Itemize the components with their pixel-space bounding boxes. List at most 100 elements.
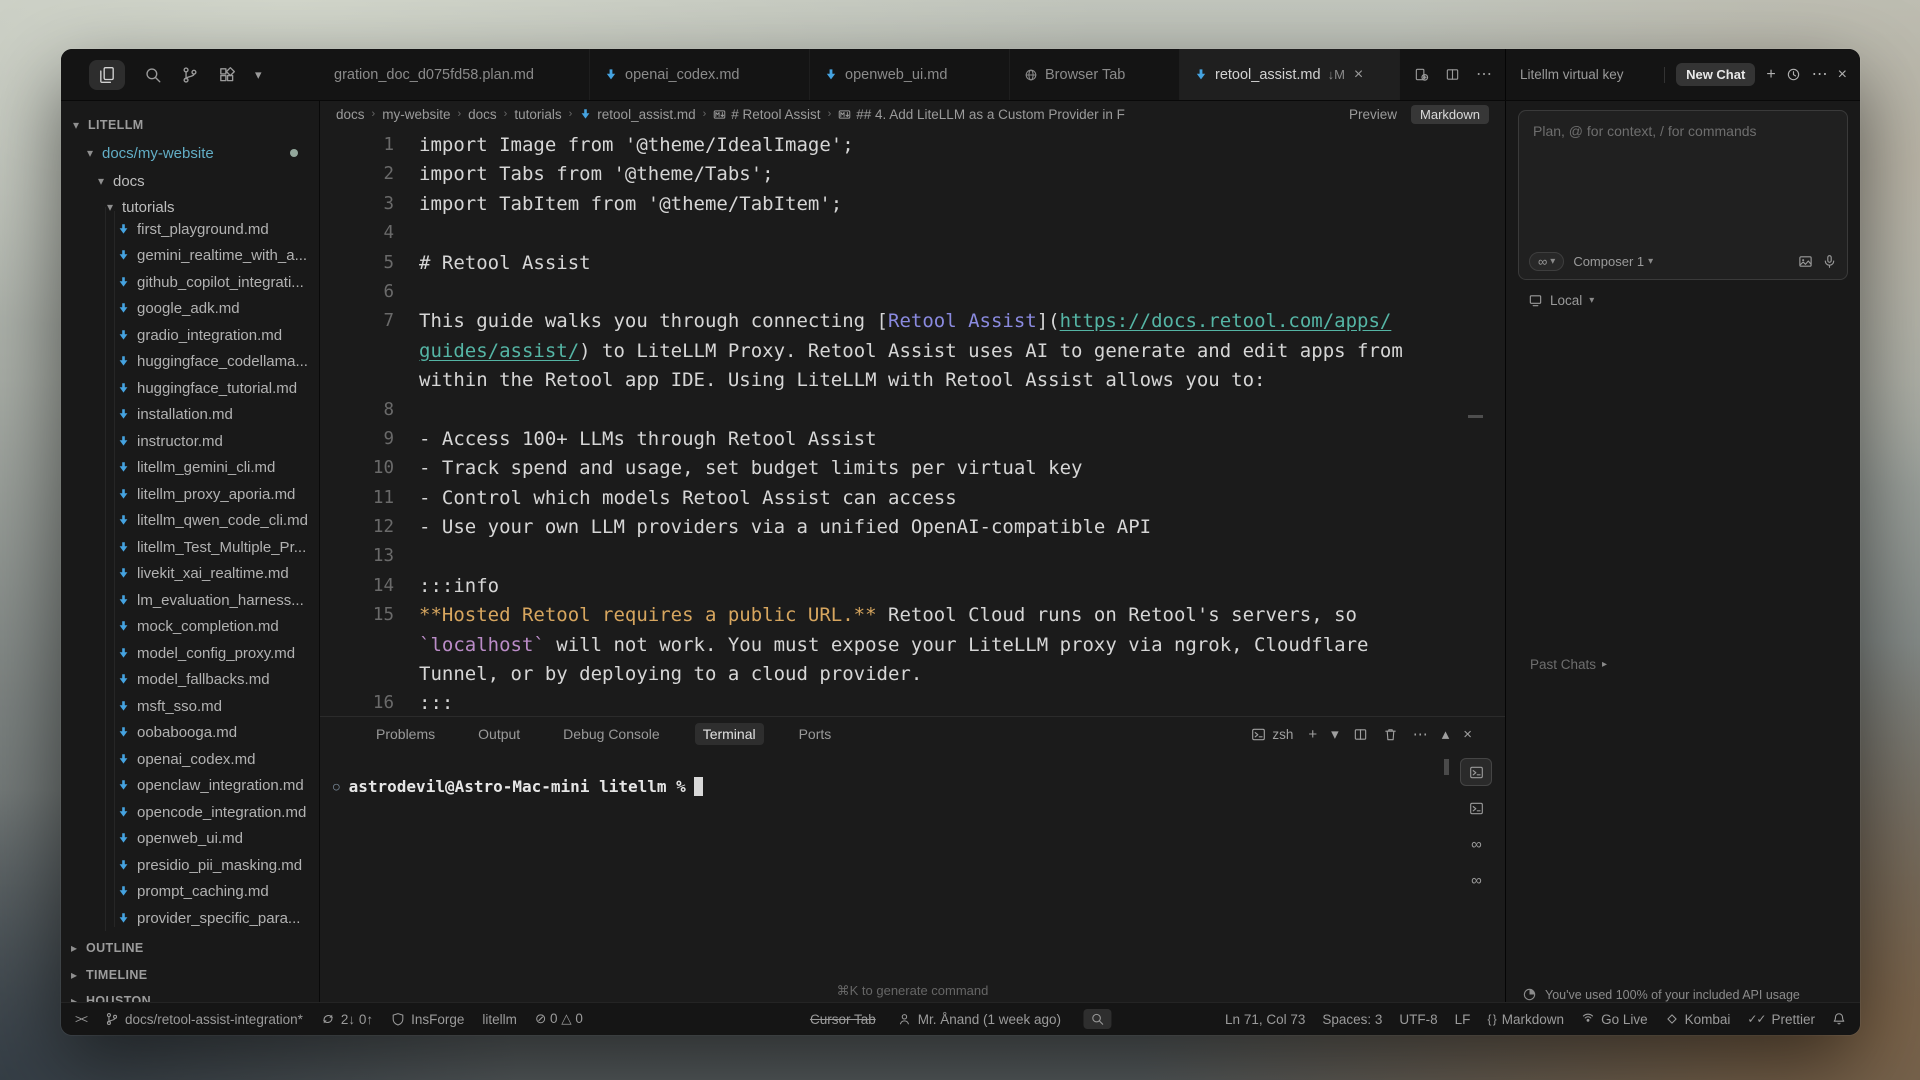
breadcrumb-item-4-add-litellm-as-a-custom-provider-in-f[interactable]: ## 4. Add LiteLLM as a Custom Provider i… <box>838 107 1125 122</box>
git-sync-status[interactable]: 2↓ 0↑ <box>321 1012 373 1027</box>
editor-content[interactable]: 1import Image from '@theme/IdealImage';2… <box>320 127 1505 720</box>
context-selector[interactable]: Local ▾ <box>1528 293 1594 308</box>
kill-terminal[interactable] <box>1383 727 1398 742</box>
terminal-tab-debug-console[interactable]: Debug Console <box>555 723 668 745</box>
encoding-status[interactable]: UTF-8 <box>1399 1012 1437 1027</box>
problems-status[interactable]: ⊘ 0 △ 0 <box>535 1011 583 1027</box>
file-item-msft-sso-md[interactable]: msft_sso.md <box>61 693 319 720</box>
tree-item-houston[interactable]: ▸HOUSTON <box>61 988 319 1003</box>
terminal-tab-terminal[interactable]: Terminal <box>695 723 764 745</box>
breadcrumb-item-my-website[interactable]: my-website <box>382 107 450 122</box>
breadcrumb-item-tutorials[interactable]: tutorials <box>514 107 561 122</box>
new-chat-button[interactable]: New Chat <box>1676 63 1755 86</box>
composer-selector[interactable]: Composer 1 ▾ <box>1573 254 1653 269</box>
terminal-session-1[interactable] <box>1461 759 1491 785</box>
tab-openai-codex-md[interactable]: openai_codex.md <box>590 49 810 100</box>
git-blame-status[interactable]: Mr. Ånand (1 week ago) <box>898 1012 1061 1027</box>
file-item-openai-codex-md[interactable]: openai_codex.md <box>61 746 319 773</box>
terminal-tab-output[interactable]: Output <box>470 723 528 745</box>
file-item-instructor-md[interactable]: instructor.md <box>61 428 319 455</box>
insforge-status[interactable]: InsForge <box>391 1012 464 1027</box>
prettier-status[interactable]: ✓✓Prettier <box>1747 1012 1815 1027</box>
file-item-huggingface-codellama[interactable]: huggingface_codellama... <box>61 349 319 376</box>
file-item-model-fallbacks-md[interactable]: model_fallbacks.md <box>61 667 319 694</box>
file-item-litellm-proxy-aporia-md[interactable]: litellm_proxy_aporia.md <box>61 481 319 508</box>
tree-item-outline[interactable]: ▸OUTLINE <box>61 935 319 962</box>
terminal-tab-problems[interactable]: Problems <box>368 723 443 745</box>
file-item-first-playground-md[interactable]: first_playground.md <box>61 216 319 243</box>
cursor-tab-status[interactable]: Cursor Tab <box>810 1012 876 1027</box>
file-item-google-adk-md[interactable]: google_adk.md <box>61 296 319 323</box>
shell-indicator[interactable]: zsh <box>1251 727 1293 742</box>
microphone-icon[interactable] <box>1822 254 1837 269</box>
indentation-status[interactable]: Spaces: 3 <box>1322 1012 1382 1027</box>
file-item-huggingface-tutorial-md[interactable]: huggingface_tutorial.md <box>61 375 319 402</box>
breadcrumb-item-retool-assist[interactable]: # Retool Assist <box>713 107 820 122</box>
tree-item-docs-my-website[interactable]: ▾docs/my-website <box>61 140 319 167</box>
tree-item-litellm[interactable]: ▾LITELLM <box>61 112 319 139</box>
past-chats[interactable]: Past Chats ▸ <box>1530 657 1607 672</box>
litellm-status[interactable]: litellm <box>482 1012 517 1027</box>
file-item-litellm-qwen-code-cli-md[interactable]: litellm_qwen_code_cli.md <box>61 508 319 535</box>
file-item-presidio-pii-masking-md[interactable]: presidio_pii_masking.md <box>61 852 319 879</box>
search-icon[interactable] <box>144 66 162 84</box>
terminal-session-4[interactable]: ∞ <box>1461 867 1491 893</box>
file-item-openweb-ui-md[interactable]: openweb_ui.md <box>61 826 319 853</box>
file-item-livekit-xai-realtime-md[interactable]: livekit_xai_realtime.md <box>61 561 319 588</box>
file-item-model-config-proxy-md[interactable]: model_config_proxy.md <box>61 640 319 667</box>
file-item-mock-completion-md[interactable]: mock_completion.md <box>61 614 319 641</box>
chat-context-label[interactable]: Litellm virtual key <box>1520 67 1653 82</box>
chat-history-icon[interactable] <box>1786 67 1801 82</box>
new-chat-tab-icon[interactable]: + <box>1766 67 1774 83</box>
file-item-opencode-integration-md[interactable]: opencode_integration.md <box>61 799 319 826</box>
terminal-more[interactable]: ⋯ <box>1413 727 1427 742</box>
tab-gration-doc-d075fd58-plan-md[interactable]: gration_doc_d075fd58.plan.md <box>320 49 590 100</box>
tab-browser-tab[interactable]: Browser Tab <box>1010 49 1180 100</box>
terminal-scrollbar[interactable] <box>1444 759 1449 775</box>
remote-indicator[interactable]: >< <box>75 1013 87 1025</box>
file-item-installation-md[interactable]: installation.md <box>61 402 319 429</box>
file-item-gemini-realtime-with-a[interactable]: gemini_realtime_with_a... <box>61 243 319 270</box>
close-chat-panel-icon[interactable]: × <box>1838 67 1846 83</box>
file-item-provider-specific-para[interactable]: provider_specific_para... <box>61 905 319 932</box>
eol-status[interactable]: LF <box>1455 1012 1471 1027</box>
explorer-button[interactable] <box>89 60 125 90</box>
close-terminal-panel[interactable]: × <box>1463 727 1471 742</box>
breadcrumb-item-docs[interactable]: docs <box>336 107 365 122</box>
file-item-oobabooga-md[interactable]: oobabooga.md <box>61 720 319 747</box>
notifications-status[interactable] <box>1832 1012 1846 1026</box>
chat-more-icon[interactable]: ⋯ <box>1812 67 1827 83</box>
git-branch-status[interactable]: docs/retool-assist-integration* <box>105 1012 303 1027</box>
breadcrumb-item-retool-assist-md[interactable]: retool_assist.md <box>579 107 695 122</box>
split-editor-icon[interactable] <box>1445 67 1460 82</box>
attach-image-icon[interactable] <box>1798 254 1813 269</box>
tree-item-docs[interactable]: ▾docs <box>61 168 319 195</box>
language-status[interactable]: { }Markdown <box>1487 1012 1564 1027</box>
terminal-tab-ports[interactable]: Ports <box>791 723 840 745</box>
markdown-mode-button[interactable]: Markdown <box>1411 105 1489 124</box>
split-terminal[interactable] <box>1353 727 1368 742</box>
extensions-icon[interactable] <box>218 66 236 84</box>
terminal-profile-chevron[interactable]: ▾ <box>1331 727 1338 742</box>
open-changes-icon[interactable] <box>1414 67 1429 82</box>
terminal-session-3[interactable]: ∞ <box>1461 831 1491 857</box>
search-status[interactable] <box>1083 1009 1111 1029</box>
scrollbar-thumb[interactable] <box>1468 415 1483 418</box>
file-item-litellm-gemini-cli-md[interactable]: litellm_gemini_cli.md <box>61 455 319 482</box>
tab-openweb-ui-md[interactable]: openweb_ui.md <box>810 49 1010 100</box>
file-item-litellm-test-multiple-pr[interactable]: litellm_Test_Multiple_Pr... <box>61 534 319 561</box>
agent-mode-selector[interactable]: ∞ ▾ <box>1529 252 1564 271</box>
cursor-position-status[interactable]: Ln 71, Col 73 <box>1225 1012 1305 1027</box>
source-control-icon[interactable] <box>181 66 199 84</box>
tab-retool-assist-md[interactable]: retool_assist.md↓M× <box>1180 49 1400 100</box>
file-item-openclaw-integration-md[interactable]: openclaw_integration.md <box>61 773 319 800</box>
file-item-gradio-integration-md[interactable]: gradio_integration.md <box>61 322 319 349</box>
file-item-prompt-caching-md[interactable]: prompt_caching.md <box>61 879 319 906</box>
go-live-status[interactable]: Go Live <box>1581 1012 1648 1027</box>
chat-input[interactable]: Plan, @ for context, / for commands ∞ ▾ … <box>1518 110 1848 280</box>
close-tab-icon[interactable]: × <box>1354 66 1363 84</box>
tree-item-timeline[interactable]: ▸TIMELINE <box>61 962 319 989</box>
activity-chevron-icon[interactable]: ▾ <box>255 68 261 81</box>
maximize-panel[interactable]: ▴ <box>1442 727 1449 742</box>
preview-button[interactable]: Preview <box>1349 107 1397 122</box>
